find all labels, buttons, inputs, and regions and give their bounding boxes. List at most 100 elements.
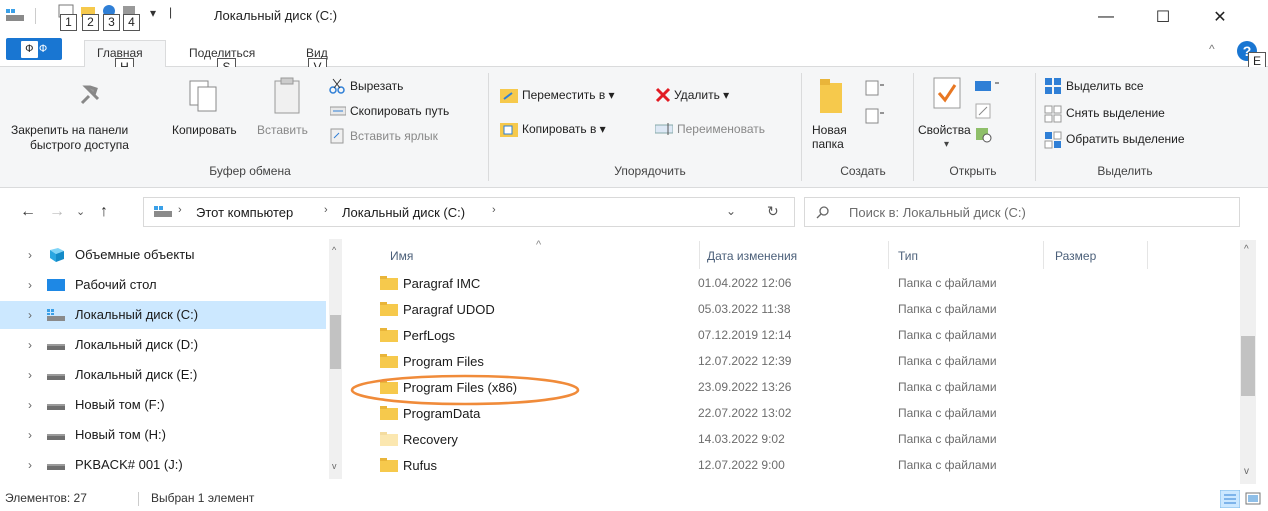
rename-button[interactable]: Переименовать — [677, 122, 765, 136]
tree-expand-icon[interactable]: › — [28, 398, 32, 412]
minimize-button[interactable]: — — [1083, 0, 1129, 33]
column-header-size[interactable]: Размер — [1055, 249, 1096, 263]
tree-scrollbar[interactable]: ^ v — [329, 239, 342, 479]
new-item-icon[interactable] — [864, 79, 886, 97]
address-dropdown-icon[interactable]: ⌄ — [726, 204, 736, 218]
move-to-icon[interactable] — [500, 87, 518, 103]
tree-item-drive-c[interactable]: › Локальный диск (C:) — [0, 301, 326, 329]
select-none-icon[interactable] — [1044, 105, 1062, 123]
delete-button[interactable]: Удалить ▾ — [674, 88, 729, 102]
tree-item-drive-d[interactable]: › Локальный диск (D:) — [0, 331, 326, 359]
tree-expand-icon[interactable]: › — [28, 338, 32, 352]
maximize-button[interactable]: ☐ — [1140, 0, 1186, 33]
invert-selection-icon[interactable] — [1044, 131, 1062, 149]
edit-icon[interactable] — [975, 103, 993, 119]
tree-scroll-thumb[interactable] — [330, 315, 341, 369]
tree-expand-icon[interactable]: › — [28, 368, 32, 382]
tree-expand-icon[interactable]: › — [28, 458, 32, 472]
paste-icon[interactable] — [273, 77, 303, 115]
cut-icon[interactable] — [328, 77, 346, 95]
back-icon[interactable]: ← — [20, 203, 36, 221]
file-name[interactable]: Recovery — [403, 432, 458, 447]
collapse-ribbon-icon[interactable]: ^ — [1209, 42, 1215, 56]
file-scroll-thumb[interactable] — [1241, 336, 1255, 396]
breadcrumb-this-pc[interactable]: Этот компьютер — [196, 205, 293, 220]
invert-selection-button[interactable]: Обратить выделение — [1066, 132, 1185, 146]
tree-expand-icon[interactable]: › — [28, 278, 32, 292]
details-view-icon[interactable] — [1220, 490, 1240, 508]
file-name[interactable]: Paragraf IMC — [403, 276, 480, 291]
scroll-up-icon[interactable]: ^ — [332, 245, 336, 255]
address-bar[interactable]: › Этот компьютер › Локальный диск (C:) ›… — [143, 197, 795, 227]
copy-to-icon[interactable] — [500, 121, 518, 137]
scroll-down-icon[interactable]: v — [332, 461, 337, 471]
history-icon[interactable] — [975, 127, 993, 143]
delete-icon[interactable] — [655, 87, 671, 103]
large-icons-view-icon[interactable] — [1243, 490, 1263, 508]
recent-locations-icon[interactable]: ⌄ — [76, 205, 85, 218]
copy-button[interactable]: Копировать — [172, 123, 237, 137]
copy-path-button[interactable]: Скопировать путь — [350, 104, 449, 118]
copy-path-icon[interactable] — [330, 105, 346, 117]
column-separator[interactable] — [699, 241, 700, 269]
pin-quick-access-label-2[interactable]: быстрого доступа — [30, 138, 129, 152]
file-name[interactable]: Paragraf UDOD — [403, 302, 495, 317]
column-separator[interactable] — [1043, 241, 1044, 269]
tree-item-3d-objects[interactable]: › Объемные объекты — [0, 241, 326, 269]
search-box[interactable]: Поиск в: Локальный диск (C:) — [804, 197, 1240, 227]
breadcrumb-drive[interactable]: Локальный диск (C:) — [342, 205, 465, 220]
move-to-button[interactable]: Переместить в ▾ — [522, 88, 615, 102]
breadcrumb-chevron-icon[interactable]: › — [178, 204, 182, 216]
paste-shortcut-button[interactable]: Вставить ярлык — [350, 129, 438, 143]
table-row[interactable]: Paragraf IMC 01.04.2022 12:06 Папка с файл… — [372, 271, 1048, 297]
select-none-button[interactable]: Снять выделение — [1066, 106, 1165, 120]
customize-quick-access-icon[interactable]: ▾ — [150, 6, 156, 20]
column-header-type[interactable]: Тип — [898, 249, 918, 263]
pin-quick-access-label-1[interactable]: Закрепить на панели — [11, 123, 128, 137]
select-all-icon[interactable] — [1044, 77, 1062, 95]
scroll-up-icon[interactable]: ^ — [1244, 244, 1249, 255]
breadcrumb-chevron-icon[interactable]: › — [324, 204, 328, 216]
open-icon[interactable] — [975, 77, 1001, 93]
column-separator[interactable] — [1147, 241, 1148, 269]
column-header-date[interactable]: Дата изменения — [707, 249, 797, 263]
column-header-name[interactable]: Имя — [390, 249, 413, 263]
new-folder-icon[interactable] — [820, 77, 846, 113]
properties-dropdown-icon[interactable]: ▾ — [944, 139, 949, 150]
tree-item-drive-e[interactable]: › Локальный диск (E:) — [0, 361, 326, 389]
breadcrumb-chevron-icon[interactable]: › — [492, 204, 496, 216]
forward-icon[interactable]: → — [49, 203, 65, 221]
refresh-icon[interactable]: ↻ — [767, 203, 779, 220]
tree-expand-icon[interactable]: › — [28, 248, 32, 262]
tree-expand-icon[interactable]: › — [28, 428, 32, 442]
file-name[interactable]: Rufus — [403, 458, 437, 473]
paste-shortcut-icon[interactable] — [330, 128, 344, 144]
properties-button[interactable]: Свойства — [918, 123, 971, 137]
search-placeholder[interactable]: Поиск в: Локальный диск (C:) — [849, 205, 1026, 220]
tree-expand-icon[interactable]: › — [28, 308, 32, 322]
pin-icon[interactable] — [76, 81, 104, 109]
file-list-scrollbar[interactable]: ^ v — [1240, 240, 1256, 484]
new-folder-label-2[interactable]: папка — [812, 137, 844, 151]
tree-item-drive-j[interactable]: › PKBACK# 001 (J:) — [0, 451, 326, 479]
copy-icon[interactable] — [188, 79, 220, 113]
table-row[interactable]: Recovery 14.03.2022 9:02 Папка с файлами — [372, 427, 1048, 453]
up-icon[interactable]: ↑ — [100, 203, 108, 221]
file-name[interactable]: PerfLogs — [403, 328, 455, 343]
scroll-down-icon[interactable]: v — [1244, 466, 1249, 477]
cut-button[interactable]: Вырезать — [350, 79, 403, 93]
rename-icon[interactable] — [655, 122, 673, 136]
select-all-button[interactable]: Выделить все — [1066, 79, 1144, 93]
file-name[interactable]: Program Files — [403, 354, 484, 369]
table-row[interactable]: Rufus 12.07.2022 9:00 Папка с файлами — [372, 453, 1048, 479]
tree-item-drive-f[interactable]: › Новый том (F:) — [0, 391, 326, 419]
close-button[interactable]: ✕ — [1197, 0, 1243, 33]
tree-item-drive-h[interactable]: › Новый том (H:) — [0, 421, 326, 449]
table-row[interactable]: PerfLogs 07.12.2019 12:14 Папка с файлами — [372, 323, 1048, 349]
new-folder-label-1[interactable]: Новая — [812, 123, 847, 137]
tree-item-desktop[interactable]: › Рабочий стол — [0, 271, 326, 299]
properties-icon[interactable] — [933, 77, 963, 111]
column-separator[interactable] — [888, 241, 889, 269]
paste-button[interactable]: Вставить — [257, 123, 308, 137]
table-row[interactable]: Paragraf UDOD 05.03.2022 11:38 Папка с фай… — [372, 297, 1048, 323]
